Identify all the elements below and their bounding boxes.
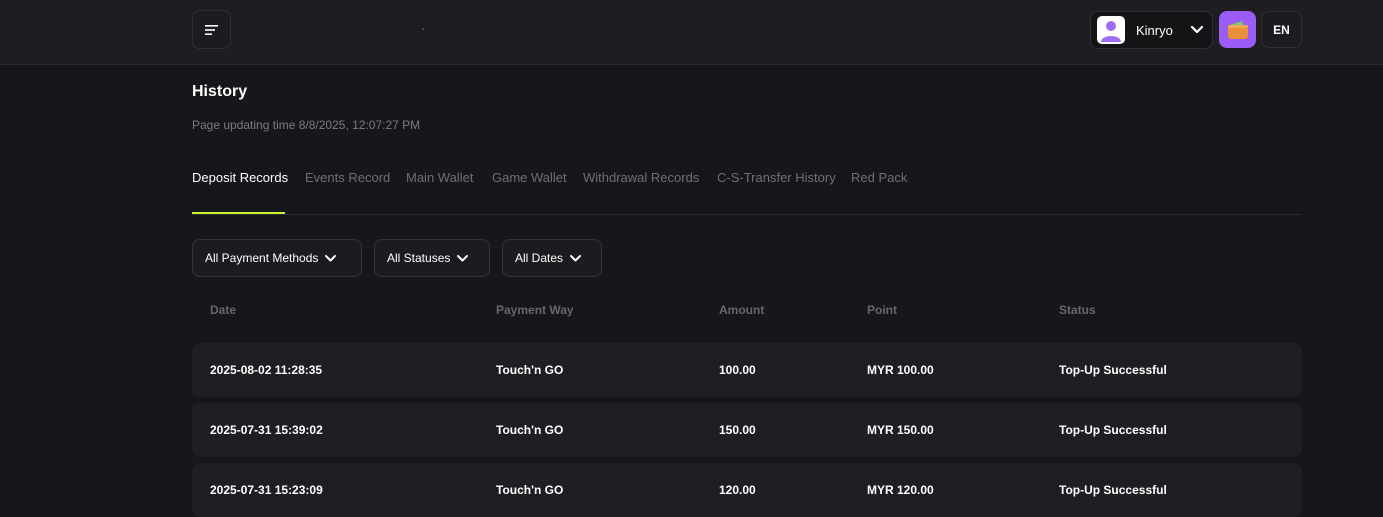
tab-game-wallet[interactable]: Game Wallet bbox=[492, 170, 567, 185]
chevron-down-icon bbox=[1190, 25, 1204, 35]
cell-payment-way: Touch'n GO bbox=[496, 423, 564, 437]
column-header-date: Date bbox=[210, 303, 237, 317]
language-button[interactable]: EN bbox=[1261, 11, 1302, 48]
payment-methods-filter-label: All Payment Methods bbox=[205, 251, 319, 265]
column-header-payment-way: Payment Way bbox=[496, 303, 574, 317]
cell-date: 2025-07-31 15:39:02 bbox=[210, 423, 323, 437]
tab-withdrawal-records[interactable]: Withdrawal Records bbox=[583, 170, 699, 185]
statuses-filter[interactable]: All Statuses bbox=[374, 239, 490, 277]
tab-events-record[interactable]: Events Record bbox=[305, 170, 390, 185]
tab-red-pack[interactable]: Red Pack bbox=[851, 170, 907, 185]
statuses-filter-label: All Statuses bbox=[387, 251, 451, 265]
cell-point: MYR 100.00 bbox=[867, 363, 934, 377]
cell-amount: 120.00 bbox=[719, 483, 756, 497]
avatar bbox=[1097, 16, 1125, 44]
dates-filter-label: All Dates bbox=[515, 251, 564, 265]
wallet-icon bbox=[1227, 20, 1248, 39]
username: Kinryo bbox=[1136, 22, 1173, 38]
cell-payment-way: Touch'n GO bbox=[496, 483, 564, 497]
tab-deposit-records[interactable]: Deposit Records bbox=[192, 170, 288, 185]
dates-filter[interactable]: All Dates bbox=[502, 239, 602, 277]
tab-c-s-transfer-history[interactable]: C-S-Transfer History bbox=[717, 170, 836, 185]
user-menu[interactable]: Kinryo bbox=[1090, 11, 1213, 49]
cell-status: Top-Up Successful bbox=[1059, 363, 1167, 377]
menu-icon bbox=[204, 24, 218, 35]
chevron-down-icon bbox=[456, 254, 469, 263]
column-header-amount: Amount bbox=[719, 303, 765, 317]
page-title: History bbox=[192, 83, 248, 100]
active-tab-indicator bbox=[192, 212, 285, 214]
cell-date: 2025-08-02 11:28:35 bbox=[210, 363, 323, 377]
payment-methods-filter[interactable]: All Payment Methods bbox=[192, 239, 362, 277]
cell-status: Top-Up Successful bbox=[1059, 483, 1167, 497]
cell-status: Top-Up Successful bbox=[1059, 423, 1167, 437]
cell-date: 2025-07-31 15:23:09 bbox=[210, 483, 323, 497]
cell-point: MYR 150.00 bbox=[867, 423, 934, 437]
column-header-point: Point bbox=[867, 303, 897, 317]
cell-point: MYR 120.00 bbox=[867, 483, 934, 497]
chevron-down-icon bbox=[569, 254, 582, 263]
table-row[interactable]: 2025-07-31 15:23:09 Touch'n GO 120.00 MY… bbox=[192, 463, 1302, 517]
menu-button[interactable] bbox=[192, 10, 231, 49]
column-header-status: Status bbox=[1059, 303, 1096, 317]
loading-dot bbox=[422, 28, 424, 30]
table-row[interactable]: 2025-07-31 15:39:02 Touch'n GO 150.00 MY… bbox=[192, 403, 1302, 457]
chevron-down-icon bbox=[324, 254, 337, 263]
cell-amount: 150.00 bbox=[719, 423, 756, 437]
table-row[interactable]: 2025-08-02 11:28:35 Touch'n GO 100.00 MY… bbox=[192, 343, 1302, 397]
top-bar: Kinryo EN bbox=[0, 0, 1383, 65]
tab-main-wallet[interactable]: Main Wallet bbox=[406, 170, 473, 185]
user-icon bbox=[1101, 21, 1121, 42]
cell-payment-way: Touch'n GO bbox=[496, 363, 564, 377]
page-update-time: Page updating time 8/8/2025, 12:07:27 PM bbox=[192, 118, 421, 132]
cell-amount: 100.00 bbox=[719, 363, 756, 377]
wallet-button[interactable] bbox=[1219, 11, 1256, 48]
tab-bar: Deposit Records Events Record Main Walle… bbox=[192, 170, 1302, 215]
